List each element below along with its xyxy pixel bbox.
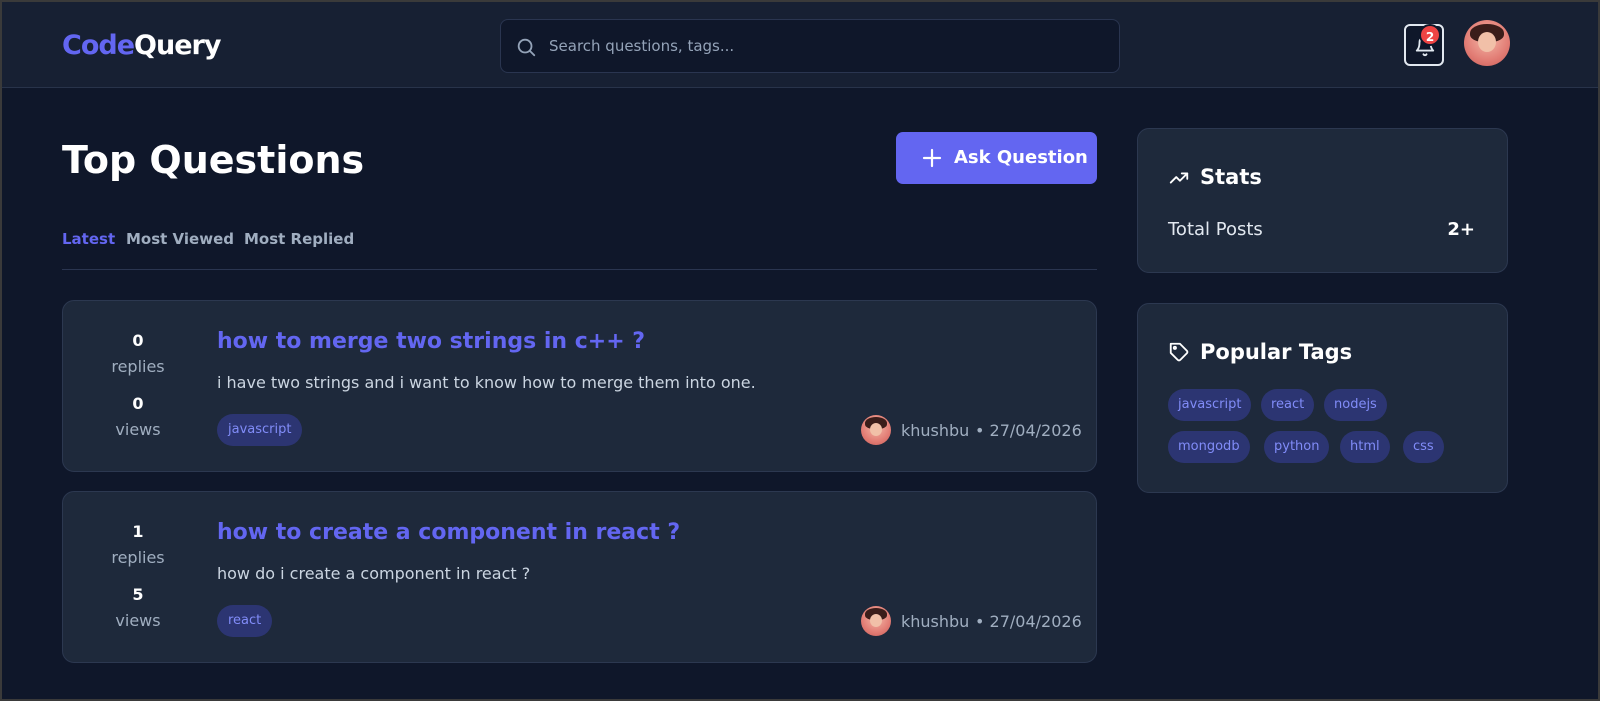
tag-pill-html[interactable]: html (1340, 431, 1390, 463)
tab-most-viewed[interactable]: Most Viewed (126, 230, 234, 248)
author-name[interactable]: khushbu (901, 612, 969, 631)
tag-pill-react[interactable]: react (1261, 389, 1315, 421)
user-avatar[interactable] (1464, 20, 1510, 66)
tag-pill-nodejs[interactable]: nodejs (1324, 389, 1387, 421)
total-posts-label: Total Posts (1168, 219, 1263, 240)
popular-tags-card: Popular Tags javascript react nodejs mon… (1137, 303, 1508, 493)
tab-latest[interactable]: Latest (62, 230, 115, 248)
tabs-divider (62, 269, 1097, 270)
tag-pill-mongodb[interactable]: mongodb (1168, 431, 1250, 463)
replies-label: replies (111, 548, 165, 567)
author-avatar (861, 606, 891, 636)
logo-code: Code (62, 30, 135, 61)
ask-question-label: Ask Question (954, 147, 1088, 168)
ask-question-button[interactable]: Ask Question (896, 132, 1097, 184)
tag-pill-javascript[interactable]: javascript (1168, 389, 1252, 421)
tag-icon (1169, 342, 1189, 362)
question-title-link[interactable]: how to merge two strings in c++ ? (217, 329, 645, 354)
plus-icon (922, 148, 942, 168)
author-name[interactable]: khushbu (901, 421, 969, 440)
views-count: 0 (132, 394, 144, 413)
post-date: • 27/04/2026 (975, 612, 1082, 631)
question-card[interactable]: 0 replies 0 views how to merge two strin… (62, 300, 1097, 472)
tag-pill-css[interactable]: css (1403, 431, 1444, 463)
question-excerpt: how do i create a component in react ? (217, 564, 531, 583)
replies-count: 1 (132, 522, 144, 541)
views-label: views (115, 611, 161, 630)
replies-label: replies (111, 357, 165, 376)
stats-title: Stats (1200, 165, 1262, 189)
trending-up-icon (1169, 172, 1189, 184)
question-title-link[interactable]: how to create a component in react ? (217, 520, 680, 545)
search-icon (517, 38, 536, 57)
question-tag[interactable]: javascript (217, 414, 303, 446)
total-posts-value: 2+ (1447, 219, 1475, 240)
app-frame: CodeQuery 2 Top Questions Ask Question L… (0, 0, 1600, 701)
logo[interactable]: CodeQuery (62, 30, 221, 61)
logo-query: Query (134, 30, 221, 61)
search-bar (500, 19, 1120, 73)
search-input[interactable] (549, 20, 1109, 72)
views-count: 5 (132, 585, 144, 604)
notification-count-badge: 2 (1419, 24, 1441, 46)
page-title: Top Questions (62, 138, 365, 182)
question-card[interactable]: 1 replies 5 views how to create a compon… (62, 491, 1097, 663)
question-excerpt: i have two strings and i want to know ho… (217, 373, 756, 392)
author-avatar (861, 415, 891, 445)
popular-tags-title: Popular Tags (1200, 340, 1353, 364)
tag-pill-python[interactable]: python (1264, 431, 1330, 463)
views-label: views (115, 420, 161, 439)
top-navbar: CodeQuery 2 (2, 2, 1598, 88)
question-tag[interactable]: react (217, 605, 273, 637)
tab-most-replied[interactable]: Most Replied (244, 230, 354, 248)
stats-card: Stats Total Posts 2+ (1137, 128, 1508, 273)
post-date: • 27/04/2026 (975, 421, 1082, 440)
replies-count: 0 (132, 331, 144, 350)
